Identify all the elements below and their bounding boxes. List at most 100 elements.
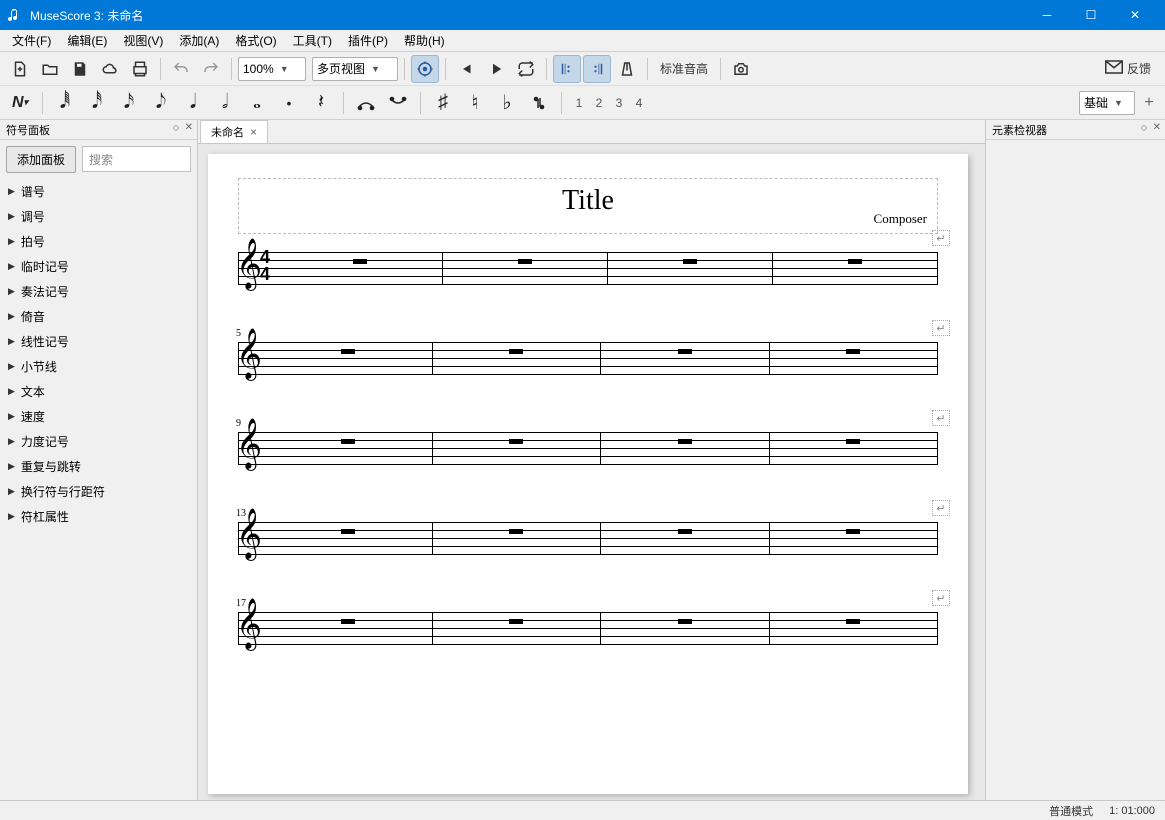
palette-item[interactable]: ▶谱号 (0, 179, 197, 204)
score-composer[interactable]: Composer (874, 211, 927, 227)
staff-system[interactable]: 9↵𝄞 (238, 432, 938, 464)
slur-button[interactable] (384, 89, 412, 117)
palette-item[interactable]: ▶线性记号 (0, 329, 197, 354)
measure[interactable] (770, 522, 939, 554)
feedback-button[interactable]: 反馈 (1097, 60, 1159, 77)
add-workspace-button[interactable]: + (1139, 89, 1159, 117)
palette-item[interactable]: ▶拍号 (0, 229, 197, 254)
sharp-button[interactable]: ♯ (429, 89, 457, 117)
measure[interactable] (601, 342, 770, 374)
note-half-button[interactable]: 𝅗𝅥 (211, 89, 239, 117)
score-title[interactable]: Title (249, 185, 927, 217)
inspector-close-icon[interactable]: ✕ (1153, 122, 1161, 133)
palette-search-input[interactable]: 搜索 (82, 146, 191, 172)
play-button[interactable] (482, 55, 510, 83)
workspace-combo[interactable]: 基础▼ (1079, 91, 1135, 115)
whole-rest-icon[interactable] (846, 619, 860, 624)
new-file-button[interactable] (6, 55, 34, 83)
staff-system[interactable]: ↵𝄞44 (238, 252, 938, 284)
save-button[interactable] (66, 55, 94, 83)
note-input-mode-button[interactable]: N▾ (6, 89, 34, 117)
palette-item[interactable]: ▶小节线 (0, 354, 197, 379)
note-whole-button[interactable]: 𝅝 (243, 89, 271, 117)
staff-system[interactable]: 13↵𝄞 (238, 522, 938, 554)
palette-item[interactable]: ▶调号 (0, 204, 197, 229)
note-32nd-button[interactable]: 𝅘𝅥𝅰 (83, 89, 111, 117)
treble-clef-icon[interactable]: 𝄞 (236, 422, 262, 466)
treble-clef-icon[interactable]: 𝄞 (236, 512, 262, 556)
whole-rest-icon[interactable] (341, 619, 355, 624)
whole-rest-icon[interactable] (846, 529, 860, 534)
measure[interactable] (608, 252, 773, 284)
menu-item-1[interactable]: 编辑(E) (59, 30, 115, 51)
system-break-icon[interactable]: ↵ (932, 500, 950, 516)
menu-item-6[interactable]: 插件(P) (340, 30, 396, 51)
concert-pitch-toggle[interactable] (411, 55, 439, 83)
measure[interactable] (443, 252, 608, 284)
whole-rest-icon[interactable] (341, 439, 355, 444)
voice-3-button[interactable]: 3 (610, 92, 628, 114)
treble-clef-icon[interactable]: 𝄞 (236, 242, 262, 286)
measure[interactable] (601, 522, 770, 554)
whole-rest-icon[interactable] (353, 259, 367, 264)
whole-rest-icon[interactable] (509, 529, 523, 534)
measure[interactable] (770, 342, 939, 374)
menu-item-0[interactable]: 文件(F) (4, 30, 59, 51)
score-area[interactable]: Title Composer ↵𝄞44 5↵𝄞 9↵𝄞 13↵𝄞 17↵𝄞 (198, 144, 985, 800)
system-break-icon[interactable]: ↵ (932, 590, 950, 606)
whole-rest-icon[interactable] (848, 259, 862, 264)
staff-system[interactable]: 17↵𝄞 (238, 612, 938, 644)
menu-item-2[interactable]: 视图(V) (115, 30, 171, 51)
redo-button[interactable] (197, 55, 225, 83)
whole-rest-icon[interactable] (678, 349, 692, 354)
rest-button[interactable]: 𝄽 (307, 89, 335, 117)
natural-button[interactable]: ♮ (461, 89, 489, 117)
palette-popout-icon[interactable]: ◇ (173, 123, 179, 132)
palette-item[interactable]: ▶临时记号 (0, 254, 197, 279)
whole-rest-icon[interactable] (678, 529, 692, 534)
menu-item-3[interactable]: 添加(A) (171, 30, 227, 51)
treble-clef-icon[interactable]: 𝄞 (236, 602, 262, 646)
tie-button[interactable] (352, 89, 380, 117)
whole-rest-icon[interactable] (683, 259, 697, 264)
menu-item-5[interactable]: 工具(T) (285, 30, 340, 51)
add-palette-button[interactable]: 添加面板 (6, 146, 76, 173)
palette-item[interactable]: ▶换行符与行距符 (0, 479, 197, 504)
close-button[interactable]: ✕ (1113, 0, 1157, 30)
whole-rest-icon[interactable] (678, 439, 692, 444)
measure[interactable] (433, 432, 602, 464)
repeat-end-button[interactable] (583, 55, 611, 83)
maximize-button[interactable]: ☐ (1069, 0, 1113, 30)
measure[interactable] (433, 522, 602, 554)
whole-rest-icon[interactable] (678, 619, 692, 624)
menu-item-7[interactable]: 帮助(H) (396, 30, 453, 51)
metronome-button[interactable] (613, 55, 641, 83)
title-frame[interactable]: Title Composer (238, 178, 938, 234)
voice-4-button[interactable]: 4 (630, 92, 648, 114)
measure[interactable] (264, 342, 433, 374)
view-mode-combo[interactable]: 多页视图▼ (312, 57, 398, 81)
note-8th-button[interactable]: 𝅘𝅥𝅮 (147, 89, 175, 117)
open-file-button[interactable] (36, 55, 64, 83)
measure[interactable] (264, 612, 433, 644)
score-tab[interactable]: 未命名 × (200, 120, 268, 143)
minimize-button[interactable]: ─ (1025, 0, 1069, 30)
measure[interactable] (773, 252, 938, 284)
palette-item[interactable]: ▶重复与跳转 (0, 454, 197, 479)
measure[interactable] (433, 612, 602, 644)
system-break-icon[interactable]: ↵ (932, 320, 950, 336)
palette-item[interactable]: ▶倚音 (0, 304, 197, 329)
palette-item[interactable]: ▶符杠属性 (0, 504, 197, 529)
loop-button[interactable] (512, 55, 540, 83)
measure[interactable] (278, 252, 443, 284)
measure[interactable] (770, 432, 939, 464)
system-break-icon[interactable]: ↵ (932, 410, 950, 426)
palette-item[interactable]: ▶速度 (0, 404, 197, 429)
voice-2-button[interactable]: 2 (590, 92, 608, 114)
measure[interactable] (770, 612, 939, 644)
note-16th-button[interactable]: 𝅘𝅥𝅯 (115, 89, 143, 117)
camera-button[interactable] (727, 55, 755, 83)
staff-system[interactable]: 5↵𝄞 (238, 342, 938, 374)
whole-rest-icon[interactable] (518, 259, 532, 264)
flat-button[interactable]: ♭ (493, 89, 521, 117)
